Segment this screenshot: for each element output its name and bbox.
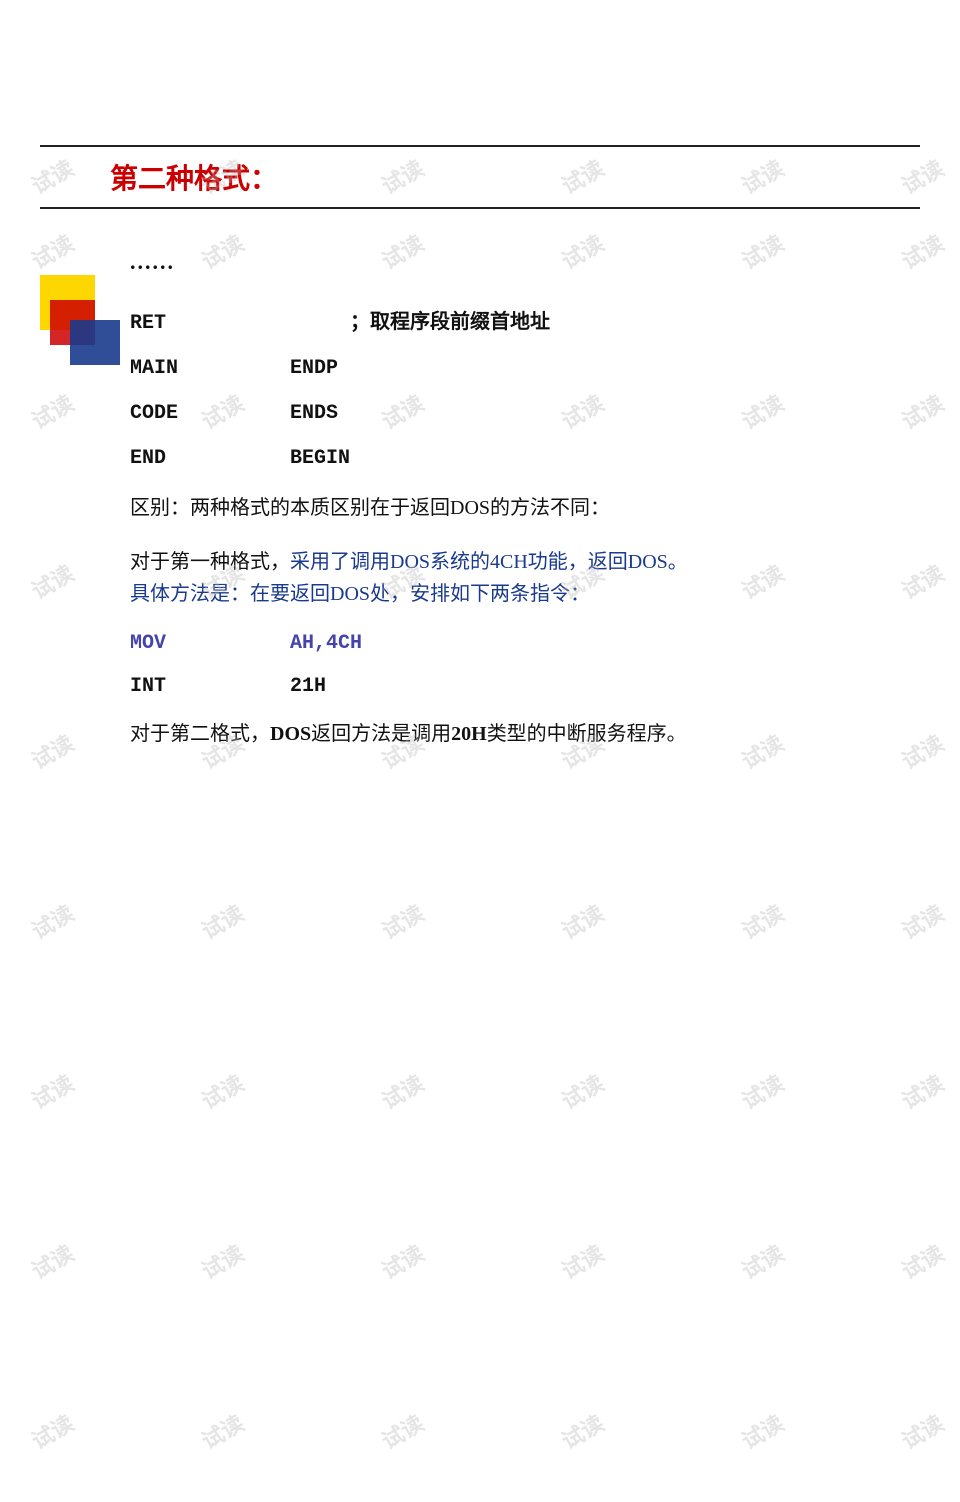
watermark-text: 试读 [195, 1406, 249, 1456]
watermark-text: 试读 [375, 1236, 429, 1286]
watermark-text: 试读 [375, 1406, 429, 1456]
watermark-text: 试读 [555, 1236, 609, 1286]
watermark-text: 试读 [895, 1236, 949, 1286]
ret-keyword: RET [130, 312, 270, 335]
watermark-text: 试读 [195, 1066, 249, 1116]
deco-blue [70, 320, 120, 365]
watermark-text: 试读 [25, 226, 79, 276]
watermark-text: 试读 [895, 226, 949, 276]
watermark-text: 试读 [195, 896, 249, 946]
watermark-text: 试读 [895, 896, 949, 946]
end-keyword: END [130, 447, 270, 470]
distinction-block: 区别：两种格式的本质区别在于返回DOS的方法不同： [130, 492, 880, 524]
watermark-text: 试读 [25, 386, 79, 436]
ret-line: RET ；取程序段前缀首地址 [130, 305, 880, 335]
int-arg: 21H [290, 675, 450, 698]
format1-blue: 采用了调用DOS系统的4CH功能，返回DOS。 [290, 551, 688, 573]
watermark-text: 试读 [25, 726, 79, 776]
format2-pre: 对于第二格式，DOS返回方法是调用20H类型的中断服务程序。 [130, 723, 687, 745]
format1-method: 具体方法是：在要返回DOS处，安排如下两条指令： [130, 583, 590, 605]
main-content: ...... RET ；取程序段前缀首地址 MAIN ENDP CODE END… [130, 249, 880, 750]
int-keyword: INT [130, 675, 290, 698]
ends-keyword: ENDS [290, 402, 338, 425]
section-header: 第二种格式： [40, 145, 920, 209]
begin-keyword: BEGIN [290, 447, 350, 470]
ret-comment: ；取程序段前缀首地址 [350, 305, 550, 335]
code-keyword: CODE [130, 402, 270, 425]
decoration-shapes [40, 275, 130, 365]
mov-arg: AH,4CH [290, 632, 450, 655]
format1-intro: 对于第一种格式， [130, 551, 290, 573]
format2-block: 对于第二格式，DOS返回方法是调用20H类型的中断服务程序。 [130, 718, 880, 750]
int-line: INT 21H [130, 675, 880, 698]
watermark-text: 试读 [195, 1236, 249, 1286]
watermark-text: 试读 [895, 1406, 949, 1456]
endp-keyword: ENDP [290, 357, 338, 380]
mov-keyword: MOV [130, 632, 290, 655]
watermark-text: 试读 [25, 1236, 79, 1286]
distinction-text: 区别：两种格式的本质区别在于返回DOS的方法不同： [130, 497, 610, 519]
watermark-text: 试读 [555, 1066, 609, 1116]
watermark-text: 试读 [25, 1406, 79, 1456]
watermark-text: 试读 [375, 896, 429, 946]
watermark-text: 试读 [895, 556, 949, 606]
watermark-text: 试读 [735, 1236, 789, 1286]
watermark-text: 试读 [555, 1406, 609, 1456]
watermark-text: 试读 [735, 896, 789, 946]
watermark-text: 试读 [555, 896, 609, 946]
watermark-text: 试读 [895, 386, 949, 436]
watermark-text: 试读 [25, 1066, 79, 1116]
main-endp-line: MAIN ENDP [130, 357, 880, 380]
mov-line: MOV AH,4CH [130, 632, 880, 655]
dots-line: ...... [130, 249, 880, 275]
code-ends-line: CODE ENDS [130, 402, 880, 425]
watermark-text: 试读 [25, 896, 79, 946]
section-title: 第二种格式： [110, 157, 278, 197]
watermark-text: 试读 [735, 1406, 789, 1456]
header-line-bottom [40, 207, 920, 209]
end-begin-line: END BEGIN [130, 447, 880, 470]
header-line-top [40, 145, 920, 147]
watermark-text: 试读 [735, 1066, 789, 1116]
format1-block: 对于第一种格式，采用了调用DOS系统的4CH功能，返回DOS。 具体方法是：在要… [130, 546, 880, 610]
watermark-text: 试读 [895, 726, 949, 776]
main-keyword: MAIN [130, 357, 270, 380]
watermark-text: 试读 [375, 1066, 429, 1116]
watermark-text: 试读 [895, 1066, 949, 1116]
watermark-text: 试读 [25, 556, 79, 606]
